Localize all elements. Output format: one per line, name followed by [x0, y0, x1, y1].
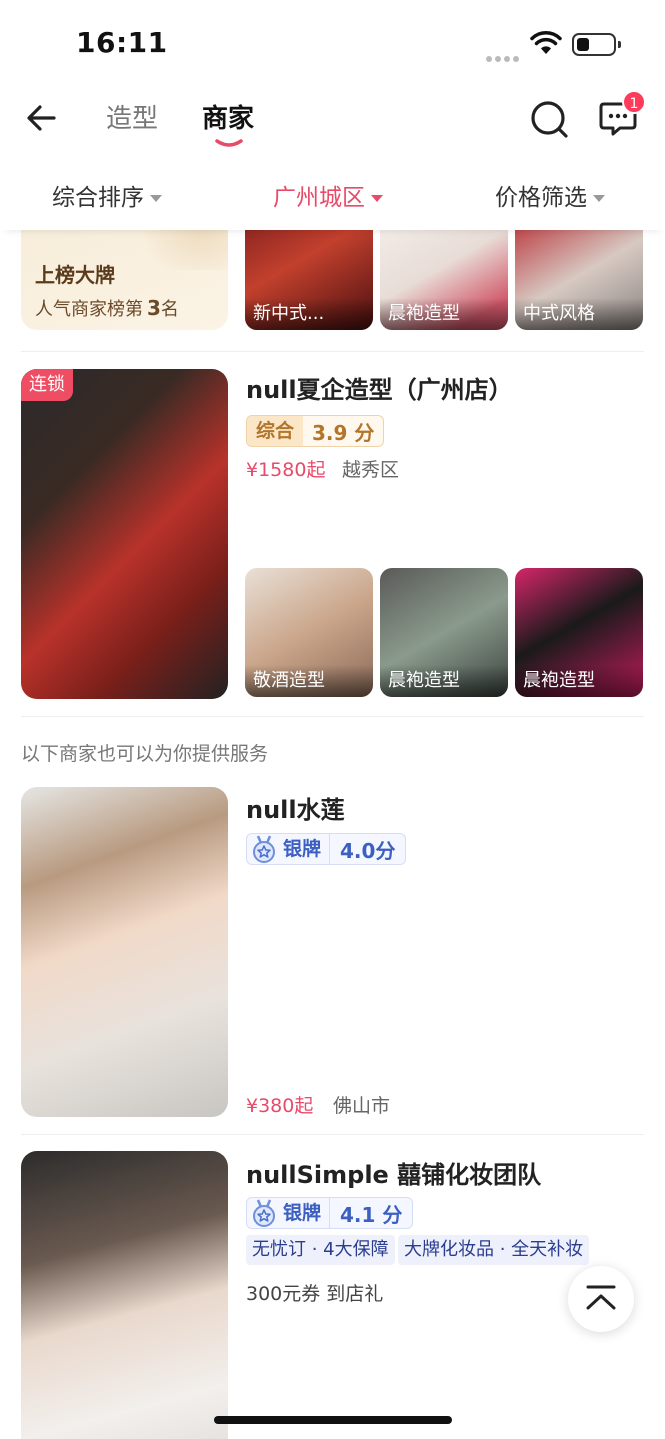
rating-badge: 银牌 4.0分 — [246, 833, 407, 865]
chevron-down-icon — [371, 195, 383, 202]
silver-medal-icon — [253, 1199, 275, 1227]
shop-name[interactable]: nullSimple 囍铺化妆团队 — [246, 1155, 541, 1190]
coupon-text: 300元券 到店礼 — [246, 1283, 384, 1305]
thumbnail-caption: 新中式... — [253, 303, 325, 324]
back-to-top-icon — [586, 1285, 616, 1310]
section-label: 以下商家也可以为你提供服务 — [21, 743, 269, 765]
shop-cover-image[interactable]: 连锁 — [21, 369, 228, 699]
search-icon[interactable] — [528, 98, 570, 140]
style-thumbnail[interactable]: 晨袍造型 — [515, 568, 643, 697]
chain-tag: 连锁 — [21, 369, 73, 401]
chevron-down-icon — [150, 195, 162, 202]
wifi-icon — [530, 31, 562, 54]
rating-score: 4.0分 — [340, 838, 396, 863]
shop-cover-image[interactable] — [21, 1151, 228, 1439]
tab-styling[interactable]: 造型 — [106, 98, 158, 135]
divider — [21, 351, 644, 352]
thumbnail-caption: 晨袍造型 — [388, 303, 460, 324]
price: ¥380起 — [246, 1095, 314, 1117]
divider — [21, 1134, 644, 1135]
thumbnail-caption: 敬酒造型 — [253, 670, 325, 691]
ranking-subtitle: 人气商家榜第 3名 — [35, 296, 179, 320]
rating-label: 银牌 — [279, 1198, 331, 1228]
price: ¥1580起 — [246, 459, 326, 481]
rating-label: 银牌 — [279, 834, 331, 864]
rating-label: 综合 — [247, 416, 304, 446]
battery-icon — [572, 33, 621, 56]
ranking-title: 上榜大牌 — [35, 263, 115, 287]
style-thumbnail[interactable]: 中式风格 — [515, 230, 643, 330]
rating-score: 3.9 分 — [312, 420, 375, 445]
merchant-list[interactable]: 上榜大牌 人气商家榜第 3名 新中式... 晨袍造型 中式风格 连锁 null夏企… — [0, 230, 665, 1439]
shop-name[interactable]: null水莲 — [246, 790, 345, 825]
filter-price[interactable]: 价格筛选 — [495, 178, 605, 212]
rating-badge: 银牌 4.1 分 — [246, 1197, 414, 1229]
back-arrow-icon[interactable] — [22, 98, 62, 138]
area: 佛山市 — [333, 1095, 391, 1117]
style-thumbnail[interactable]: 晨袍造型 — [380, 230, 508, 330]
tab-merchants[interactable]: 商家 — [202, 98, 254, 135]
area: 越秀区 — [342, 459, 400, 481]
message-badge: 1 — [622, 90, 646, 114]
thumbnail-caption: 晨袍造型 — [523, 670, 595, 691]
rating-badge: 综合 3.9 分 — [246, 415, 385, 447]
divider — [21, 716, 644, 717]
promo-tag: 无忧订 · 4大保障 — [246, 1235, 395, 1265]
filter-bar: 综合排序 广州城区 价格筛选 — [0, 160, 665, 230]
silver-medal-icon — [253, 835, 275, 863]
style-thumbnail[interactable]: 晨袍造型 — [380, 568, 508, 697]
style-thumbnail[interactable]: 敬酒造型 — [245, 568, 373, 697]
filter-sort-label: 综合排序 — [52, 185, 144, 211]
signal-icon — [486, 47, 522, 62]
thumbnail-caption: 晨袍造型 — [388, 670, 460, 691]
rating-score: 4.1 分 — [340, 1202, 403, 1227]
filter-price-label: 价格筛选 — [495, 185, 587, 211]
status-bar: 16:11 — [0, 0, 665, 80]
chevron-down-icon — [593, 195, 605, 202]
promo-tag: 大牌化妆品 · 全天补妆 — [398, 1235, 590, 1265]
active-tab-indicator — [215, 139, 243, 147]
filter-area-label: 广州城区 — [273, 185, 365, 211]
ranking-card[interactable]: 上榜大牌 人气商家榜第 3名 — [21, 230, 228, 330]
shop-cover-image[interactable] — [21, 787, 228, 1117]
filter-sort[interactable]: 综合排序 — [52, 178, 162, 212]
filter-area[interactable]: 广州城区 — [273, 178, 383, 212]
shop-name[interactable]: null夏企造型（广州店） — [246, 370, 513, 405]
back-to-top-button[interactable] — [568, 1266, 634, 1332]
style-thumbnail[interactable]: 新中式... — [245, 230, 373, 330]
thumbnail-caption: 中式风格 — [523, 303, 595, 324]
home-indicator — [214, 1416, 452, 1424]
top-nav: 造型 商家 1 — [0, 80, 665, 160]
status-time: 16:11 — [76, 26, 168, 59]
